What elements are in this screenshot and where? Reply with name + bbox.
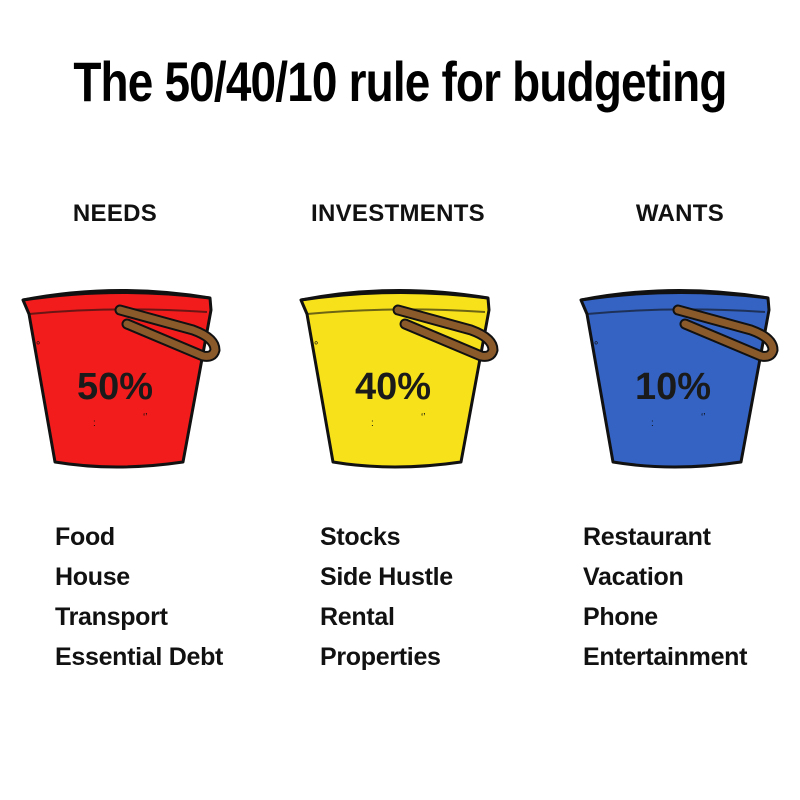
svg-text:∘: ∘ <box>313 338 319 349</box>
list-item: Side Hustle <box>320 563 453 591</box>
list-item: Entertainment <box>583 643 748 671</box>
investments-heading: INVESTMENTS <box>311 200 485 227</box>
wants-percent: 10% <box>634 366 712 408</box>
list-item: Phone <box>583 603 658 631</box>
investments-list: Stocks Side Hustle Rental Properties <box>320 522 453 682</box>
svg-text:∘: ∘ <box>35 338 41 349</box>
list-item: Essential Debt <box>55 643 224 671</box>
needs-percent: 50% <box>76 366 154 408</box>
list-item: House <box>55 563 130 591</box>
list-item: Rental <box>320 603 395 631</box>
wants-heading: WANTS <box>635 200 725 227</box>
page-title: The 50/40/10 rule for budgeting <box>73 50 727 113</box>
svg-text:∘: ∘ <box>593 338 599 349</box>
svg-text::: : <box>93 418 96 429</box>
wants-list: Restaurant Vacation Phone Entertainment <box>583 522 747 682</box>
list-item: Stocks <box>320 523 401 551</box>
svg-text::: : <box>371 418 374 429</box>
svg-text:‘’: ‘’ <box>701 412 705 423</box>
needs-heading: NEEDS <box>72 200 158 227</box>
list-item: Food <box>55 523 115 551</box>
svg-text::: : <box>651 418 654 429</box>
investments-percent: 40% <box>354 366 432 408</box>
svg-text:‘’: ‘’ <box>421 412 425 423</box>
list-item: Vacation <box>583 563 684 591</box>
list-item: Restaurant <box>583 523 711 551</box>
list-item: Properties <box>320 643 441 671</box>
svg-text:‘’: ‘’ <box>143 412 147 423</box>
needs-list: Food House Transport Essential Debt <box>55 522 223 682</box>
list-item: Transport <box>55 603 168 631</box>
